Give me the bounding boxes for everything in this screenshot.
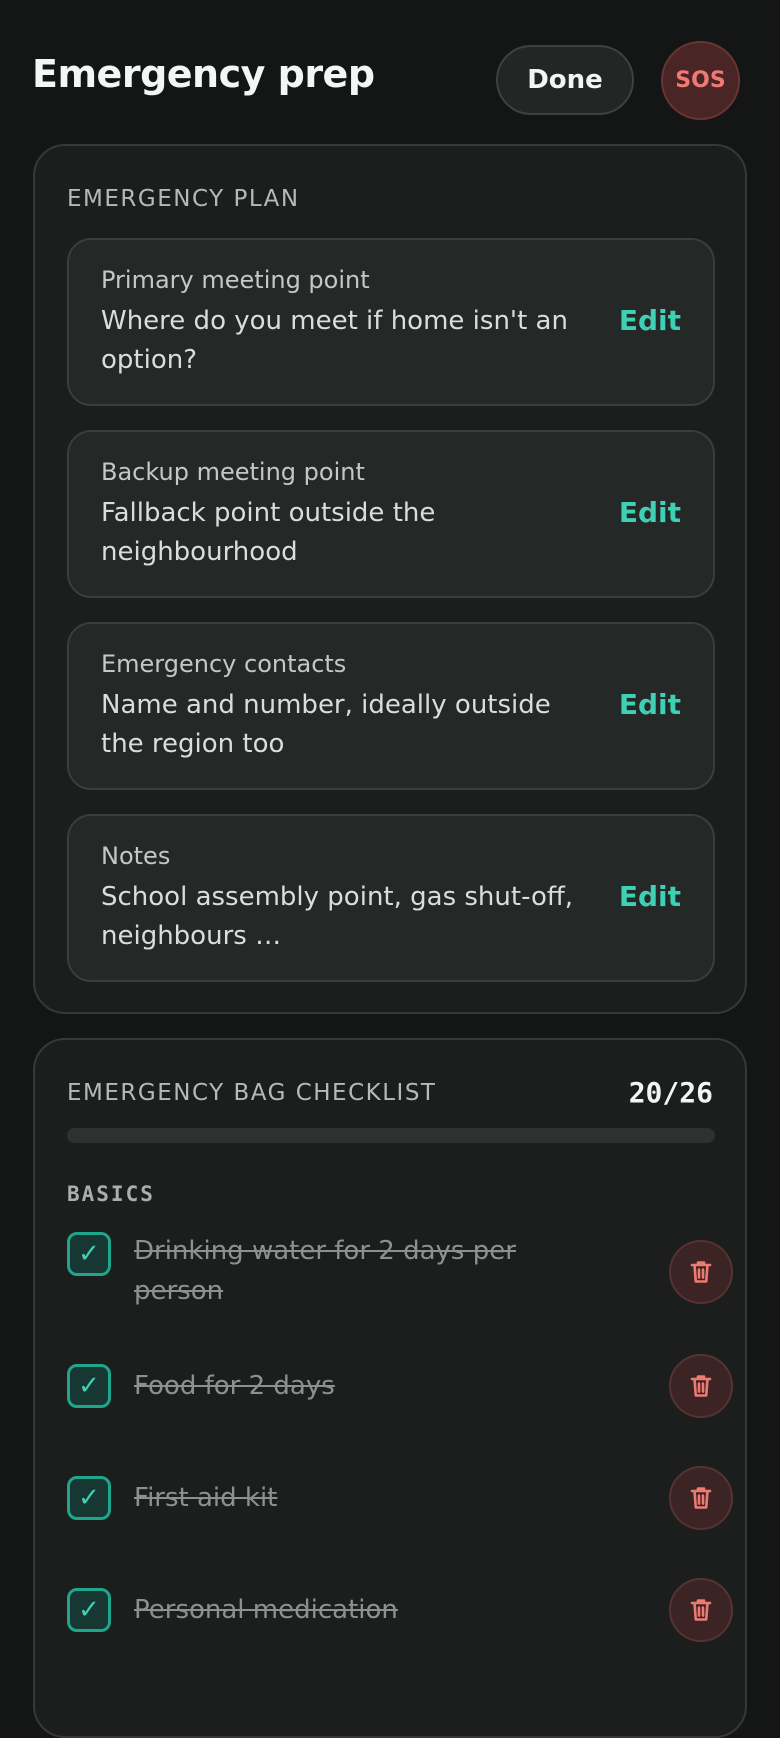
plan-item-backup-meeting-point: Backup meeting point Fallback point outs…	[67, 430, 715, 598]
checklist-item-text: Food for 2 days	[134, 1371, 335, 1401]
checkbox[interactable]: ✓	[67, 1588, 111, 1632]
emergency-bag-checklist-card: EMERGENCY BAG CHECKLIST 20/26 BASICS ✓ D…	[33, 1038, 747, 1738]
plan-item-description: Name and number, ideally outside the reg…	[101, 690, 551, 759]
plan-item-label: Backup meeting point	[101, 458, 365, 486]
checklist-title: EMERGENCY BAG CHECKLIST	[67, 1080, 437, 1106]
checkbox[interactable]: ✓	[67, 1232, 111, 1276]
checkbox[interactable]: ✓	[67, 1364, 111, 1408]
delete-item-button[interactable]	[669, 1354, 733, 1418]
plan-item-label: Notes	[101, 842, 171, 870]
checklist-progress-bar	[67, 1128, 715, 1143]
checklist-item-text: First aid kit	[134, 1483, 278, 1513]
edit-notes-button[interactable]: Edit	[619, 880, 681, 913]
trash-icon	[690, 1487, 712, 1509]
group-title-basics: BASICS	[67, 1182, 155, 1206]
plan-item-description: School assembly point, gas shut-off, nei…	[101, 882, 574, 951]
plan-item-label: Primary meeting point	[101, 266, 370, 294]
emergency-plan-title: EMERGENCY PLAN	[67, 186, 300, 212]
sos-button[interactable]: SOS	[661, 41, 740, 120]
checklist-item-text: Drinking water for 2 days per person	[134, 1236, 516, 1306]
trash-icon	[690, 1261, 712, 1283]
delete-item-button[interactable]	[669, 1240, 733, 1304]
trash-icon	[690, 1599, 712, 1621]
plan-item-description: Where do you meet if home isn't an optio…	[101, 306, 568, 375]
delete-item-button[interactable]	[669, 1578, 733, 1642]
plan-item-description: Fallback point outside the neighbourhood	[101, 498, 436, 567]
edit-primary-meeting-point-button[interactable]: Edit	[619, 304, 681, 337]
delete-item-button[interactable]	[669, 1466, 733, 1530]
trash-icon	[690, 1375, 712, 1397]
checklist-item-text: Personal medication	[134, 1595, 398, 1625]
plan-item-label: Emergency contacts	[101, 650, 347, 678]
page-title: Emergency prep	[32, 52, 375, 96]
checklist-count: 20/26	[628, 1076, 713, 1109]
emergency-plan-card: EMERGENCY PLAN Primary meeting point Whe…	[33, 144, 747, 1014]
header: Emergency prep Done SOS	[0, 0, 780, 140]
plan-item-notes: Notes School assembly point, gas shut-of…	[67, 814, 715, 982]
done-button[interactable]: Done	[496, 45, 634, 115]
edit-emergency-contacts-button[interactable]: Edit	[619, 688, 681, 721]
checklist-progress-fill	[67, 1128, 566, 1143]
plan-item-primary-meeting-point: Primary meeting point Where do you meet …	[67, 238, 715, 406]
plan-item-emergency-contacts: Emergency contacts Name and number, idea…	[67, 622, 715, 790]
edit-backup-meeting-point-button[interactable]: Edit	[619, 496, 681, 529]
checkbox[interactable]: ✓	[67, 1476, 111, 1520]
